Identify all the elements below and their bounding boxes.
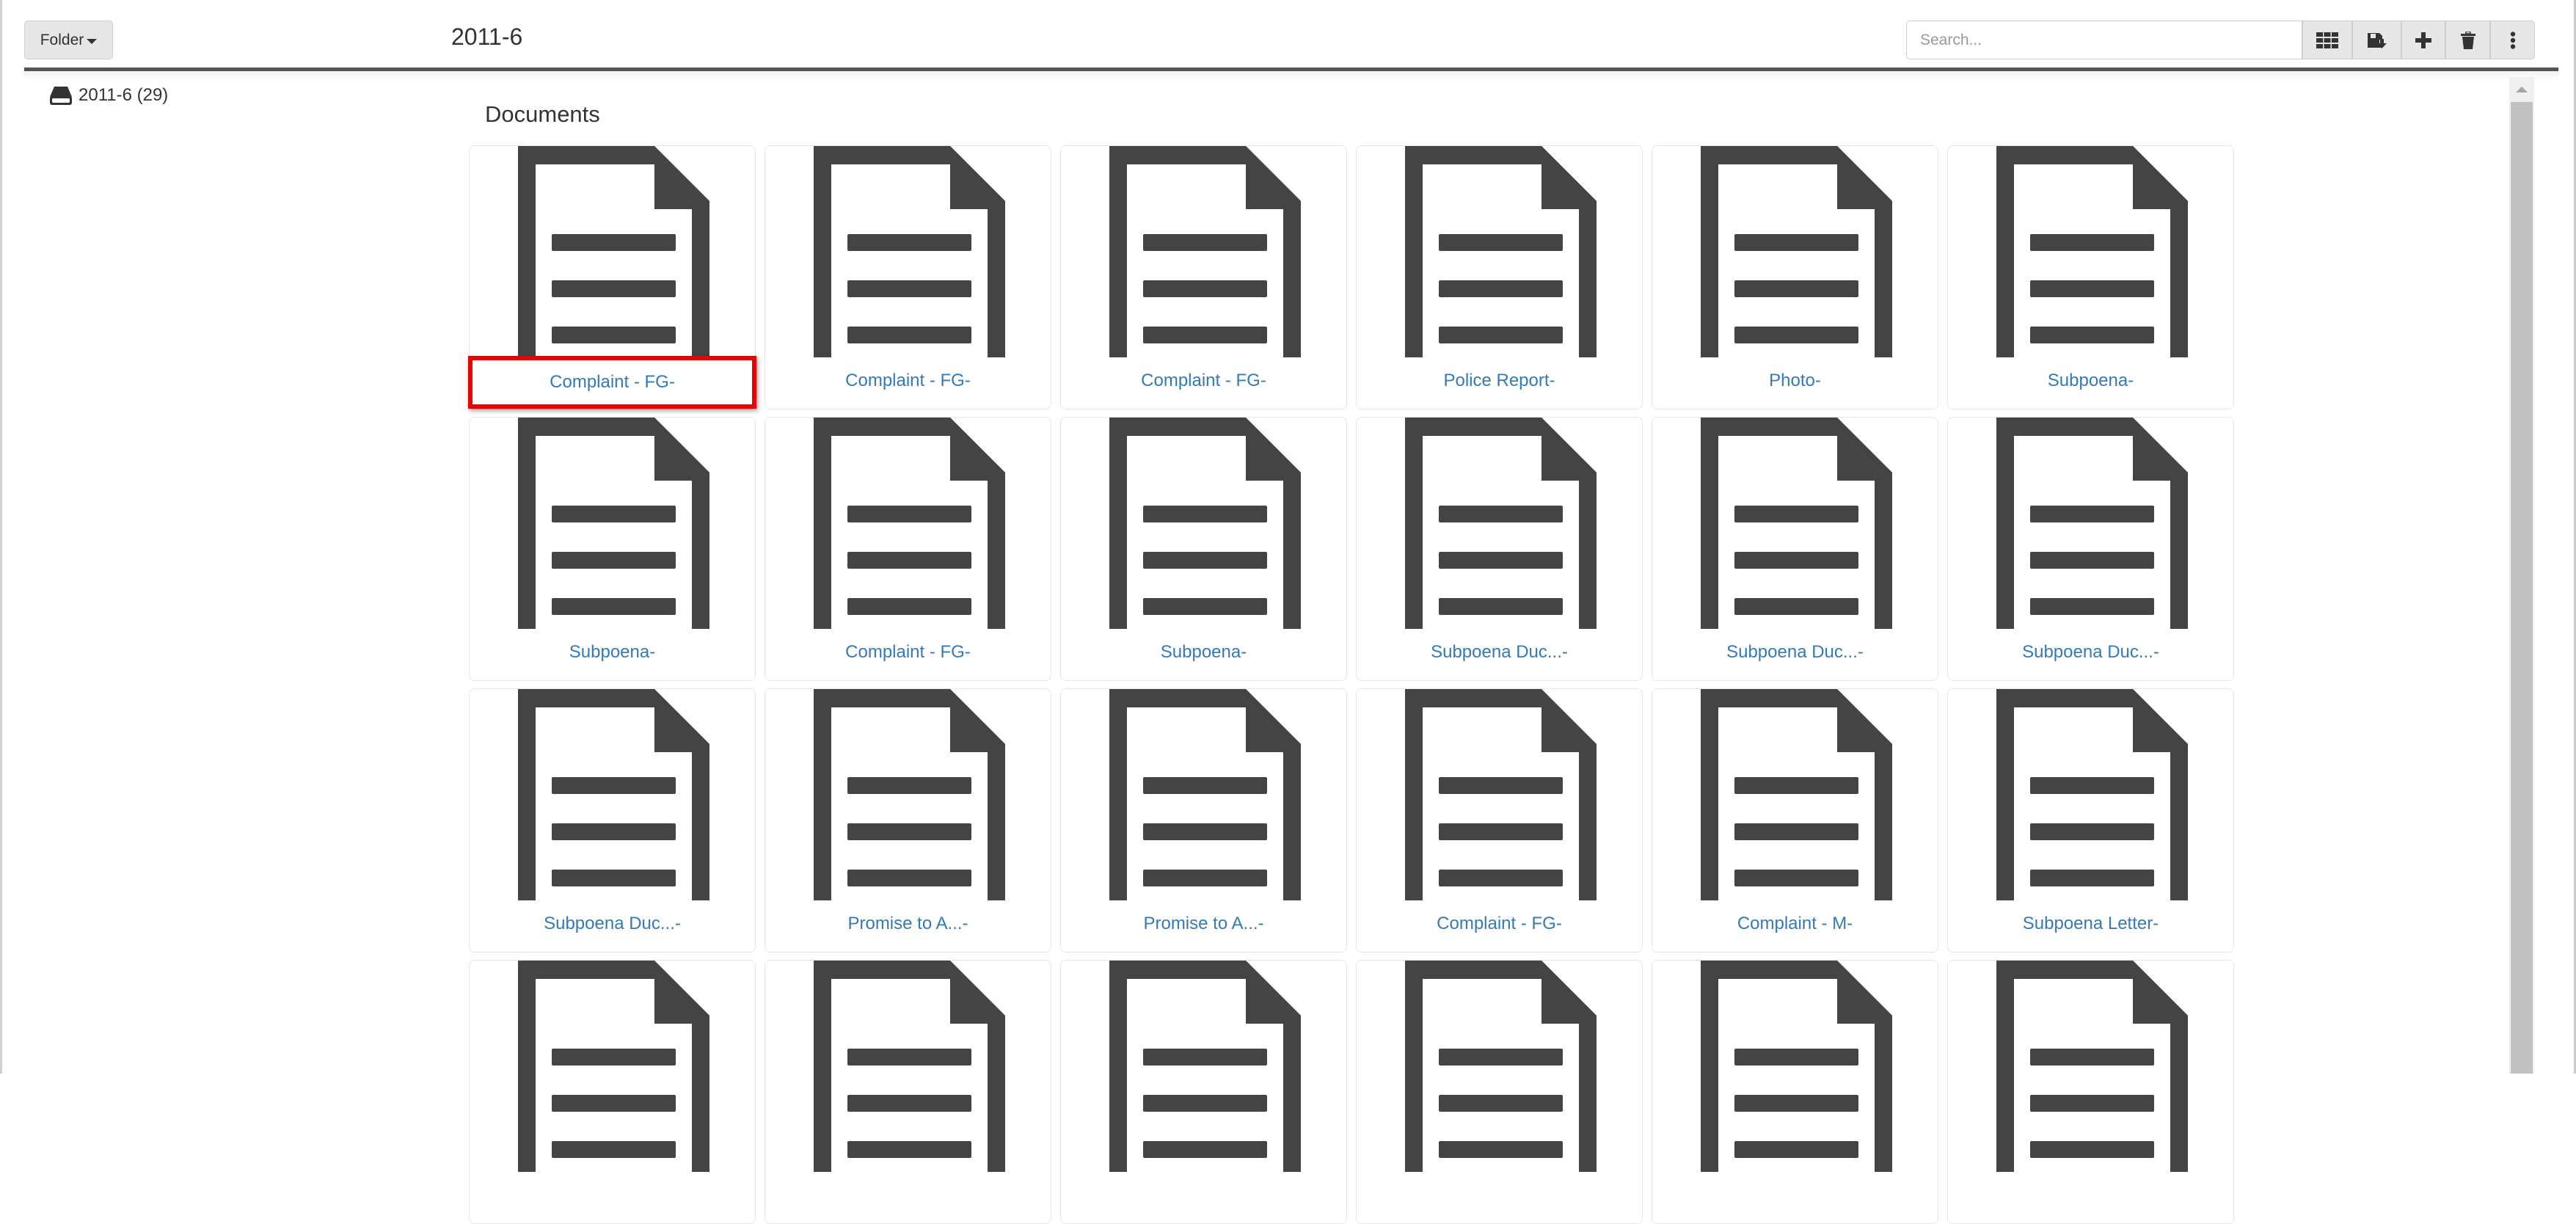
save-download-button[interactable] [2352,21,2401,59]
document-link[interactable]: Complaint - FG- [1357,914,1642,934]
document-card[interactable]: Complaint - FG- [765,417,1051,681]
document-card[interactable] [1356,960,1643,1224]
document-card[interactable]: Complaint - FG- [765,145,1051,409]
document-icon [1109,689,1301,900]
document-card[interactable]: Subpoena- [469,417,756,681]
document-link[interactable]: Complaint - M- [1652,914,1938,934]
document-icon [1405,146,1597,357]
document-link[interactable]: Subpoena- [470,642,755,663]
grid-view-button[interactable] [2302,21,2352,59]
more-vertical-icon [2510,31,2515,49]
document-card[interactable] [1060,960,1347,1224]
document-icon [1701,961,1892,1172]
document-link[interactable]: Complaint - FG- [765,371,1051,391]
document-card[interactable]: Police Report- [1356,145,1643,409]
document-link[interactable]: Complaint - FG- [1061,371,1346,391]
hdd-icon [50,87,72,105]
document-link[interactable]: Complaint - FG- [765,642,1051,663]
document-icon [518,146,709,357]
trash-icon [2460,31,2475,49]
document-card[interactable]: Complaint - FG- [1060,145,1347,409]
document-link[interactable]: Subpoena Letter- [1948,914,2233,934]
document-icon [1996,689,2188,900]
document-card[interactable]: Subpoena Duc...- [1356,417,1643,681]
document-icon [1405,961,1597,1172]
save-download-icon [2367,32,2387,48]
document-icon [1109,418,1301,629]
more-options-button[interactable] [2490,21,2535,59]
document-icon [1701,146,1892,357]
document-card[interactable]: Complaint - FG- [468,145,756,409]
document-icon [1996,146,2188,357]
document-icon [1109,146,1301,357]
document-link[interactable]: Complaint - FG- [468,356,756,409]
section-title: Documents [485,101,600,127]
document-link[interactable]: Promise to A...- [1061,914,1346,934]
document-card[interactable]: Subpoena- [1060,417,1347,681]
document-card[interactable] [765,960,1051,1224]
app-window: Folder 2011-6 Search... 2011-6 (29) Docu… [0,0,2576,1224]
document-card[interactable] [1652,960,1938,1224]
document-card[interactable]: Subpoena- [1947,145,2234,409]
search-input[interactable] [1906,21,2302,59]
header-divider [24,68,2558,71]
document-icon [1405,418,1597,629]
document-icon [814,961,1005,1172]
document-icon [1996,961,2188,1172]
document-card[interactable]: Subpoena Duc...- [1947,417,2234,681]
document-icon [1996,418,2188,629]
document-link[interactable]: Subpoena Duc...- [1357,642,1642,663]
document-card[interactable]: Subpoena Duc...- [469,688,756,952]
document-card[interactable]: Promise to A...- [765,688,1051,952]
document-card[interactable]: Photo- [1652,145,1938,409]
document-card[interactable] [1947,960,2234,1224]
page-title: 2011-6 [451,23,523,50]
document-icon [518,961,709,1172]
folder-button-label: Folder [40,31,84,48]
document-icon [518,689,709,900]
document-link[interactable]: Police Report- [1357,371,1642,391]
document-card[interactable]: Promise to A...- [1060,688,1347,952]
document-link[interactable]: Subpoena Duc...- [470,914,755,934]
document-card[interactable]: Complaint - FG- [1356,688,1643,952]
document-icon [1701,689,1892,900]
document-card[interactable]: Subpoena Letter- [1947,688,2234,952]
vertical-scrollbar[interactable] [2509,77,2534,1074]
delete-button[interactable] [2445,21,2490,59]
document-card[interactable] [469,960,756,1224]
document-icon [1701,418,1892,629]
document-card[interactable]: Complaint - M- [1652,688,1938,952]
document-icon [518,418,709,629]
document-link[interactable]: Photo- [1652,371,1938,391]
documents-grid: Complaint - FG- Complaint - FG- Complain… [468,145,2244,1224]
document-link[interactable]: Subpoena- [1061,642,1346,663]
document-link[interactable]: Subpoena Duc...- [1652,642,1938,663]
add-button[interactable] [2401,21,2445,59]
document-icon [1405,689,1597,900]
document-icon [814,146,1005,357]
document-link[interactable]: Subpoena Duc...- [1948,642,2233,663]
arrow-up-icon [2516,87,2528,92]
document-icon [814,689,1005,900]
caret-down-icon [87,38,98,44]
folder-dropdown-button[interactable]: Folder [24,21,113,59]
grid-view-icon [2316,32,2338,48]
plus-icon [2415,32,2431,48]
document-link[interactable]: Promise to A...- [765,914,1051,934]
tree-item-folder[interactable]: 2011-6 (29) [49,85,168,106]
document-icon [1109,961,1301,1172]
document-icon [814,418,1005,629]
document-link[interactable]: Subpoena- [1948,371,2233,391]
scroll-up-button[interactable] [2509,77,2534,102]
tree-item-label: 2011-6 (29) [79,85,169,105]
scrollbar-thumb[interactable] [2511,102,2533,1074]
document-card[interactable]: Subpoena Duc...- [1652,417,1938,681]
